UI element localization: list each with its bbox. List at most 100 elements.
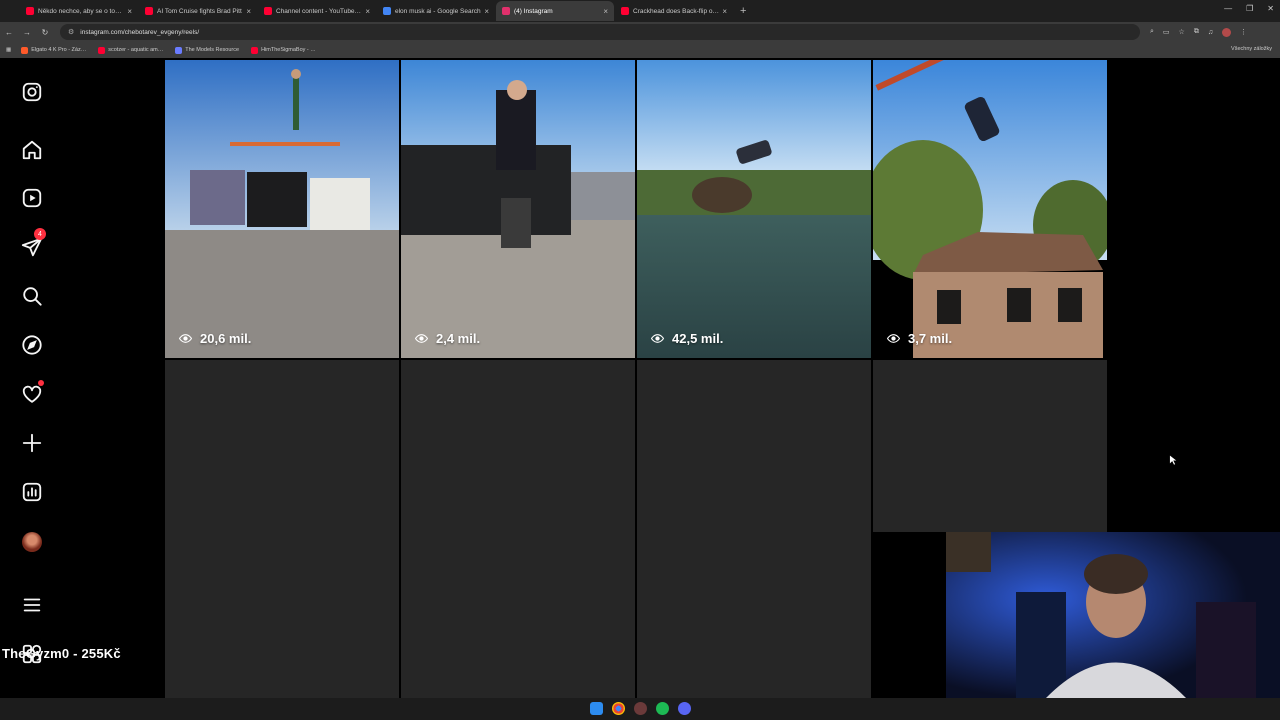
tab-favicon-icon [26,7,34,15]
tab-favicon-icon [264,7,272,15]
browser-tab[interactable]: Někdo nechce, aby se o tom m…× [20,1,138,21]
browser-tab[interactable]: elon musk ai - Google Search × [377,1,495,21]
bookmark-label: HimTheSigmaBoy - … [261,47,316,53]
bookmark-list: Elgato 4 K Pro - Záz… scotzer - aquatic a… [21,46,328,54]
apps-icon[interactable]: ▦ [6,47,11,53]
bookmark-item[interactable]: Elgato 4 K Pro - Záz… [21,46,87,54]
site-info-icon[interactable]: ⚙ [68,28,74,36]
close-window-icon[interactable]: ✕ [1267,4,1274,13]
reload-icon[interactable]: ↻ [36,28,54,37]
bookmark-item[interactable]: The Models Resource [175,46,240,54]
reel-thumbnail-4 [873,60,1107,358]
close-tab-icon[interactable]: × [722,7,727,16]
windows-taskbar [0,698,1280,720]
loading-tile [401,360,635,700]
view-count-text: 3,7 mil. [908,331,953,346]
profile-picture [22,532,42,552]
webcam-feed [946,532,1280,698]
bookmark-item[interactable]: HimTheSigmaBoy - … [251,46,316,54]
close-tab-icon[interactable]: × [603,7,608,16]
extensions-icon[interactable]: ⧉ [1194,28,1199,36]
explore-icon[interactable] [20,333,44,357]
tab-title: Crackhead does Back-flip off cl… [633,7,719,15]
bookmarks-bar: ▦ Elgato 4 K Pro - Záz… scotzer - aquatic… [0,42,1280,58]
tab-favicon-icon [621,7,629,15]
tab-favicon-icon [502,7,510,15]
bookmark-label: Elgato 4 K Pro - Záz… [31,47,87,53]
bookmark-favicon-icon [251,46,259,54]
notification-dot [38,380,44,386]
home-icon[interactable] [20,138,44,162]
bookmark-star-icon[interactable]: ☆ [1179,28,1185,36]
view-count-text: 2,4 mil. [436,331,481,346]
close-tab-icon[interactable]: × [127,7,132,16]
close-tab-icon[interactable]: × [484,7,489,16]
address-bar[interactable]: ⚙ instagram.com/chebotarev_evgeny/reels/ [60,24,1140,40]
bookmark-item[interactable]: scotzer - aquatic am… [98,46,163,54]
tab-title: AI Tom Cruise fights Brad Pitt [157,7,242,15]
loading-tile [165,360,399,700]
close-tab-icon[interactable]: × [246,7,251,16]
reel-tile[interactable]: 3,7 mil. [873,60,1107,358]
reel-thumbnail-1 [165,60,399,358]
eye-icon [887,334,900,343]
browser-tab[interactable]: (4) Instagram × [496,1,614,21]
browser-tab[interactable]: Channel content - YouTube Stu…× [258,1,376,21]
mouse-cursor-icon [1169,454,1178,466]
view-count-text: 20,6 mil. [200,331,252,346]
tab-title: Channel content - YouTube Stu… [276,7,363,15]
webcam-overlay [946,532,1280,698]
bookmark-favicon-icon [175,46,183,54]
tab-title: Někdo nechce, aby se o tom m… [38,7,124,15]
messages-badge: 4 [34,228,46,240]
chrome-icon[interactable] [612,702,625,715]
reel-tile[interactable]: 2,4 mil. [401,60,635,358]
minimize-icon[interactable]: — [1224,4,1232,13]
streamer-overlay-label: TheGyzm0 - 255Kč [2,646,121,661]
view-count-text: 42,5 mil. [672,331,724,346]
instagram-logo-icon[interactable] [20,80,44,104]
all-bookmarks[interactable]: Všechny záložky [1231,46,1272,52]
close-tab-icon[interactable]: × [365,7,370,16]
browser-tab[interactable]: Crackhead does Back-flip off cl…× [615,1,733,21]
cast-icon[interactable]: ▭ [1163,28,1170,36]
tab-title: (4) Instagram [514,7,553,15]
windows-start-icon[interactable] [590,702,603,715]
insights-icon[interactable] [20,480,44,504]
bookmark-label: The Models Resource [185,47,240,53]
restore-icon[interactable]: ❐ [1246,4,1253,13]
browser-tab[interactable]: AI Tom Cruise fights Brad Pitt × [139,1,257,21]
forward-icon[interactable]: → [18,28,36,37]
back-icon[interactable]: ← [0,28,18,37]
reel-thumbnail-3 [637,60,871,358]
reels-icon[interactable] [20,186,44,210]
tab-favicon-icon [145,7,153,15]
notifications-heart-icon[interactable] [20,380,44,406]
menu-icon[interactable]: ⋮ [1240,28,1247,36]
view-count: 20,6 mil. [179,331,251,346]
discord-icon[interactable] [678,702,691,715]
reel-tile[interactable]: 42,5 mil. [637,60,871,358]
reel-thumbnail-2 [401,60,635,358]
loading-tile [873,360,1107,532]
media-icon[interactable]: ♫ [1208,29,1213,36]
instagram-sidebar: 4 [0,58,64,698]
reel-tile[interactable]: 20,6 mil. [165,60,399,358]
profile-avatar[interactable] [20,530,44,554]
obs-icon[interactable] [634,702,647,715]
more-menu-icon[interactable] [20,593,44,617]
zoom-icon[interactable]: ⌕ [1150,28,1154,36]
tab-favicon-icon [383,7,391,15]
browser-toolbar: ← → ↻ ⚙ instagram.com/chebotarev_evgeny/… [0,22,1280,42]
messages-icon[interactable]: 4 [20,228,46,259]
tab-list: Někdo nechce, aby se o tom m…×AI Tom Cru… [20,1,734,21]
profile-avatar[interactable] [1222,27,1232,37]
bookmark-favicon-icon [21,46,29,54]
spotify-icon[interactable] [656,702,669,715]
new-tab-button[interactable]: + [740,5,746,17]
bookmark-favicon-icon [98,46,106,54]
loading-tile [637,360,871,700]
eye-icon [651,334,664,343]
search-icon[interactable] [20,284,44,308]
create-plus-icon[interactable] [20,431,44,455]
